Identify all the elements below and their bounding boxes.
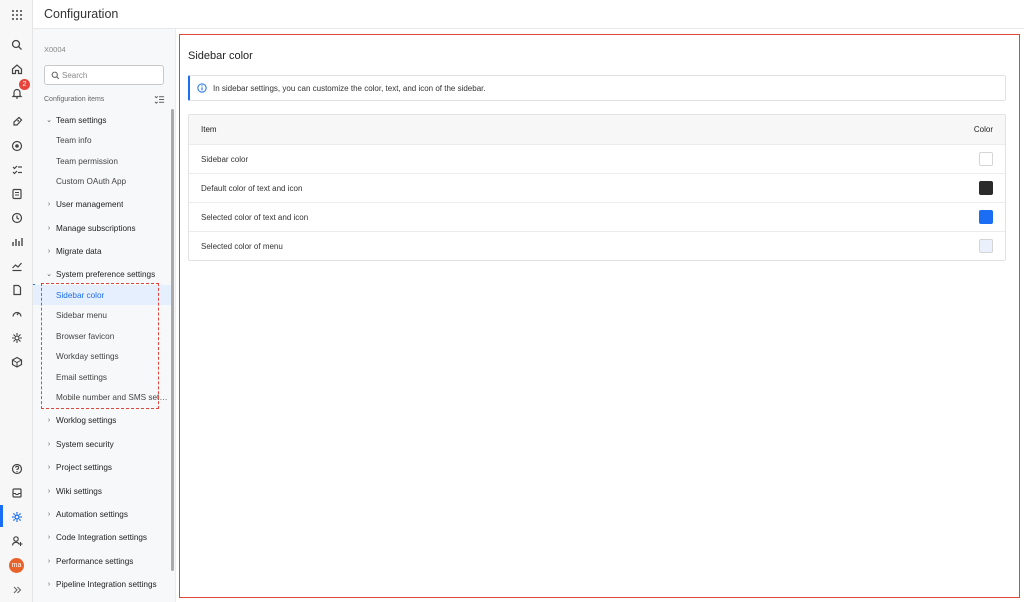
settings-gear-icon[interactable] xyxy=(8,508,25,525)
chevron-right-icon: › xyxy=(47,557,51,565)
chevron-right-icon: › xyxy=(47,200,51,208)
document-icon[interactable] xyxy=(8,281,25,298)
info-banner: In sidebar settings, you can customize t… xyxy=(188,75,1006,101)
nav-group-user-management[interactable]: › User management xyxy=(33,194,171,214)
clock-icon[interactable] xyxy=(8,209,25,226)
table-row: Sidebar color xyxy=(189,144,1005,173)
column-header-item: Item xyxy=(201,125,217,134)
chevron-right-icon: › xyxy=(47,416,51,424)
table-header: Item Color xyxy=(189,115,1005,144)
apps-grid-icon[interactable] xyxy=(8,6,25,23)
nav-group-performance-settings[interactable]: › Performance settings xyxy=(33,551,171,571)
table-row: Default color of text and icon xyxy=(189,173,1005,202)
nav-item-workday-settings[interactable]: Workday settings xyxy=(33,346,171,366)
chevron-right-icon: › xyxy=(47,247,51,255)
home-icon[interactable] xyxy=(8,60,25,77)
notification-badge: 2 xyxy=(19,79,30,90)
search-icon[interactable] xyxy=(8,36,25,53)
info-icon xyxy=(197,83,207,93)
table-row: Selected color of menu xyxy=(189,231,1005,260)
chevron-right-icon: › xyxy=(47,463,51,471)
user-avatar[interactable]: ma xyxy=(9,558,24,573)
target-icon[interactable] xyxy=(8,137,25,154)
nav-item-custom-oauth-app[interactable]: Custom OAuth App xyxy=(33,171,171,191)
chevron-right-icon: › xyxy=(47,487,51,495)
trend-chart-icon[interactable] xyxy=(8,257,25,274)
nav-group-system-preference-settings[interactable]: ⌄ System preference settings xyxy=(33,264,171,284)
page-header-title: Configuration xyxy=(44,7,119,21)
nav-group-migrate-data[interactable]: › Migrate data xyxy=(33,241,171,261)
chevron-right-icon: › xyxy=(47,224,51,232)
config-sidebar: X0004 Configuration items ⌄Team settings… xyxy=(33,29,176,602)
chevron-right-icon: › xyxy=(47,533,51,541)
nav-group-automation-settings[interactable]: › Automation settings xyxy=(33,504,171,524)
nav-item-team-info[interactable]: Team info xyxy=(33,130,171,150)
nav-group-team-settings[interactable]: ⌄ Team settings xyxy=(33,110,171,130)
color-swatch[interactable] xyxy=(979,210,993,224)
color-swatch[interactable] xyxy=(979,181,993,195)
chevron-down-icon: ⌄ xyxy=(46,117,52,124)
row-item-label: Sidebar color xyxy=(201,155,249,164)
gauge-icon[interactable] xyxy=(8,305,25,322)
analytics-icon[interactable] xyxy=(8,233,25,250)
color-swatch[interactable] xyxy=(979,152,993,166)
search-input[interactable] xyxy=(62,68,160,82)
table-row: Selected color of text and icon xyxy=(189,202,1005,231)
rail-active-indicator xyxy=(0,505,3,527)
nav-item-email-settings[interactable]: Email settings xyxy=(33,367,171,387)
collapse-all-icon[interactable] xyxy=(154,94,165,105)
nav-group-worklog-settings[interactable]: › Worklog settings xyxy=(33,410,171,430)
workspace-code: X0004 xyxy=(44,45,66,54)
main-panel: Sidebar color In sidebar settings, you c… xyxy=(179,34,1020,598)
color-swatch[interactable] xyxy=(979,239,993,253)
column-header-color: Color xyxy=(973,125,993,134)
row-item-label: Default color of text and icon xyxy=(201,184,303,193)
sidebar-scrollbar[interactable] xyxy=(171,109,174,571)
plugin-icon[interactable] xyxy=(8,329,25,346)
chevron-right-icon: › xyxy=(47,440,51,448)
nav-item-team-permission[interactable]: Team permission xyxy=(33,151,171,171)
nav-group-pipeline-integration-settings[interactable]: › Pipeline Integration settings xyxy=(33,574,171,594)
nav-group-project-settings[interactable]: › Project settings xyxy=(33,457,171,477)
nav-group-code-integration-settings[interactable]: › Code Integration settings xyxy=(33,527,171,547)
chevron-right-icon: › xyxy=(47,510,51,518)
chevron-right-icon: › xyxy=(47,580,51,588)
expand-rail-icon[interactable] xyxy=(8,581,25,598)
help-icon[interactable] xyxy=(8,460,25,477)
rocket-icon[interactable] xyxy=(8,113,25,130)
package-icon[interactable] xyxy=(8,353,25,370)
search-icon xyxy=(51,71,60,80)
nav-group-manage-subscriptions[interactable]: › Manage subscriptions xyxy=(33,218,171,238)
sidebar-search[interactable] xyxy=(44,65,164,85)
notification-bell-icon[interactable]: 2 xyxy=(8,79,30,101)
config-items-label: Configuration items xyxy=(44,96,105,103)
nav-group-wiki-settings[interactable]: › Wiki settings xyxy=(33,481,171,501)
app-rail: 2 ma xyxy=(0,0,33,602)
color-table: Item Color Sidebar color Default color o… xyxy=(188,114,1006,261)
wiki-book-icon[interactable] xyxy=(8,185,25,202)
inbox-icon[interactable] xyxy=(8,484,25,501)
row-item-label: Selected color of menu xyxy=(201,242,283,251)
top-bar: Configuration xyxy=(33,0,1024,29)
nav-item-mobile-sms-settings[interactable]: Mobile number and SMS settings xyxy=(33,387,171,407)
info-text: In sidebar settings, you can customize t… xyxy=(213,83,486,93)
nav-item-browser-favicon[interactable]: Browser favicon xyxy=(33,326,171,346)
nav-item-sidebar-menu[interactable]: Sidebar menu xyxy=(33,305,171,325)
chevron-down-icon: ⌄ xyxy=(46,271,52,278)
add-user-icon[interactable] xyxy=(8,532,25,549)
page-title: Sidebar color xyxy=(188,50,253,62)
nav-item-sidebar-color[interactable]: Sidebar color xyxy=(33,285,171,305)
nav-group-system-security[interactable]: › System security xyxy=(33,434,171,454)
tasks-icon[interactable] xyxy=(8,161,25,178)
row-item-label: Selected color of text and icon xyxy=(201,213,309,222)
